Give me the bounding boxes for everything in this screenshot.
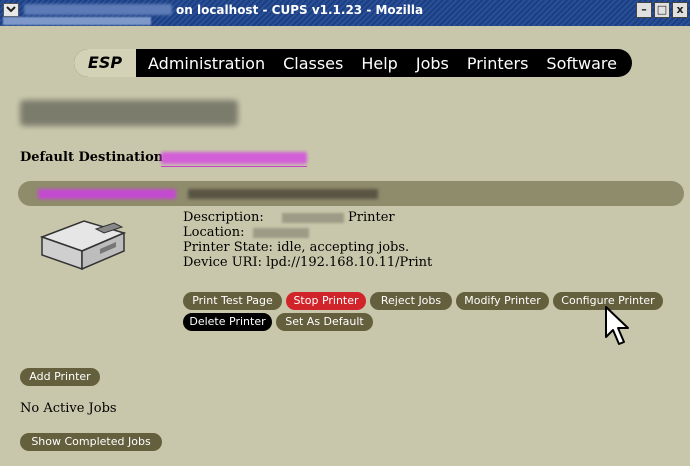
nav-classes[interactable]: Classes: [283, 54, 343, 73]
printer-info: Description: Printer Location: Printer S…: [183, 210, 432, 270]
printer-state: Printer State: idle, accepting jobs.: [183, 240, 410, 255]
set-as-default-button[interactable]: Set As Default: [276, 313, 373, 331]
nav-software[interactable]: Software: [546, 54, 617, 73]
redacted-title-prefix: [24, 4, 172, 15]
location-row: Location:: [183, 225, 432, 240]
main-nav: ESP Administration Classes Help Jobs Pri…: [74, 49, 632, 77]
nav-brand-esp[interactable]: ESP: [74, 49, 136, 77]
jobs-status: No Active Jobs: [20, 401, 117, 416]
printer-name-link[interactable]: [38, 189, 176, 199]
printer-header-bar: [18, 181, 684, 206]
nav-administration[interactable]: Administration: [148, 54, 265, 73]
add-printer-button[interactable]: Add Printer: [20, 368, 100, 386]
printer-name-heading: [20, 100, 238, 126]
default-destination-label: Default Destination:: [20, 150, 169, 165]
chevron-down-icon: [6, 6, 16, 13]
redacted-location: [252, 227, 309, 238]
device-uri: Device URI: lpd://192.168.10.11/Print: [183, 255, 433, 270]
print-test-page-button[interactable]: Print Test Page: [183, 292, 282, 310]
maximize-button[interactable]: □: [654, 2, 670, 18]
window-titlebar: on localhost - CUPS v1.1.23 - Mozilla – …: [0, 0, 690, 26]
nav-help[interactable]: Help: [361, 54, 397, 73]
redacted-tabs: [3, 17, 151, 25]
reject-jobs-button[interactable]: Reject Jobs: [370, 292, 452, 310]
default-destination-underline: [161, 166, 307, 167]
mouse-cursor-icon: [604, 305, 630, 351]
nav-printers[interactable]: Printers: [467, 54, 529, 73]
description-row: Description: Printer: [183, 210, 432, 225]
modify-printer-button[interactable]: Modify Printer: [456, 292, 549, 310]
printer-model-text: [188, 189, 378, 199]
window-title: on localhost - CUPS v1.1.23 - Mozilla: [176, 3, 424, 17]
show-completed-jobs-button[interactable]: Show Completed Jobs: [20, 433, 162, 451]
minimize-button[interactable]: –: [636, 2, 652, 18]
description-label: Description:: [183, 210, 264, 225]
printer-icon: [38, 215, 128, 279]
window-menu-button[interactable]: [3, 3, 19, 17]
close-button[interactable]: x: [672, 2, 688, 18]
nav-jobs[interactable]: Jobs: [416, 54, 449, 73]
location-label: Location:: [183, 225, 245, 240]
stop-printer-button[interactable]: Stop Printer: [286, 292, 366, 310]
redacted-description: [281, 212, 344, 223]
description-value: Printer: [348, 210, 395, 225]
default-destination-link[interactable]: [161, 152, 307, 164]
delete-printer-button[interactable]: Delete Printer: [183, 313, 272, 331]
